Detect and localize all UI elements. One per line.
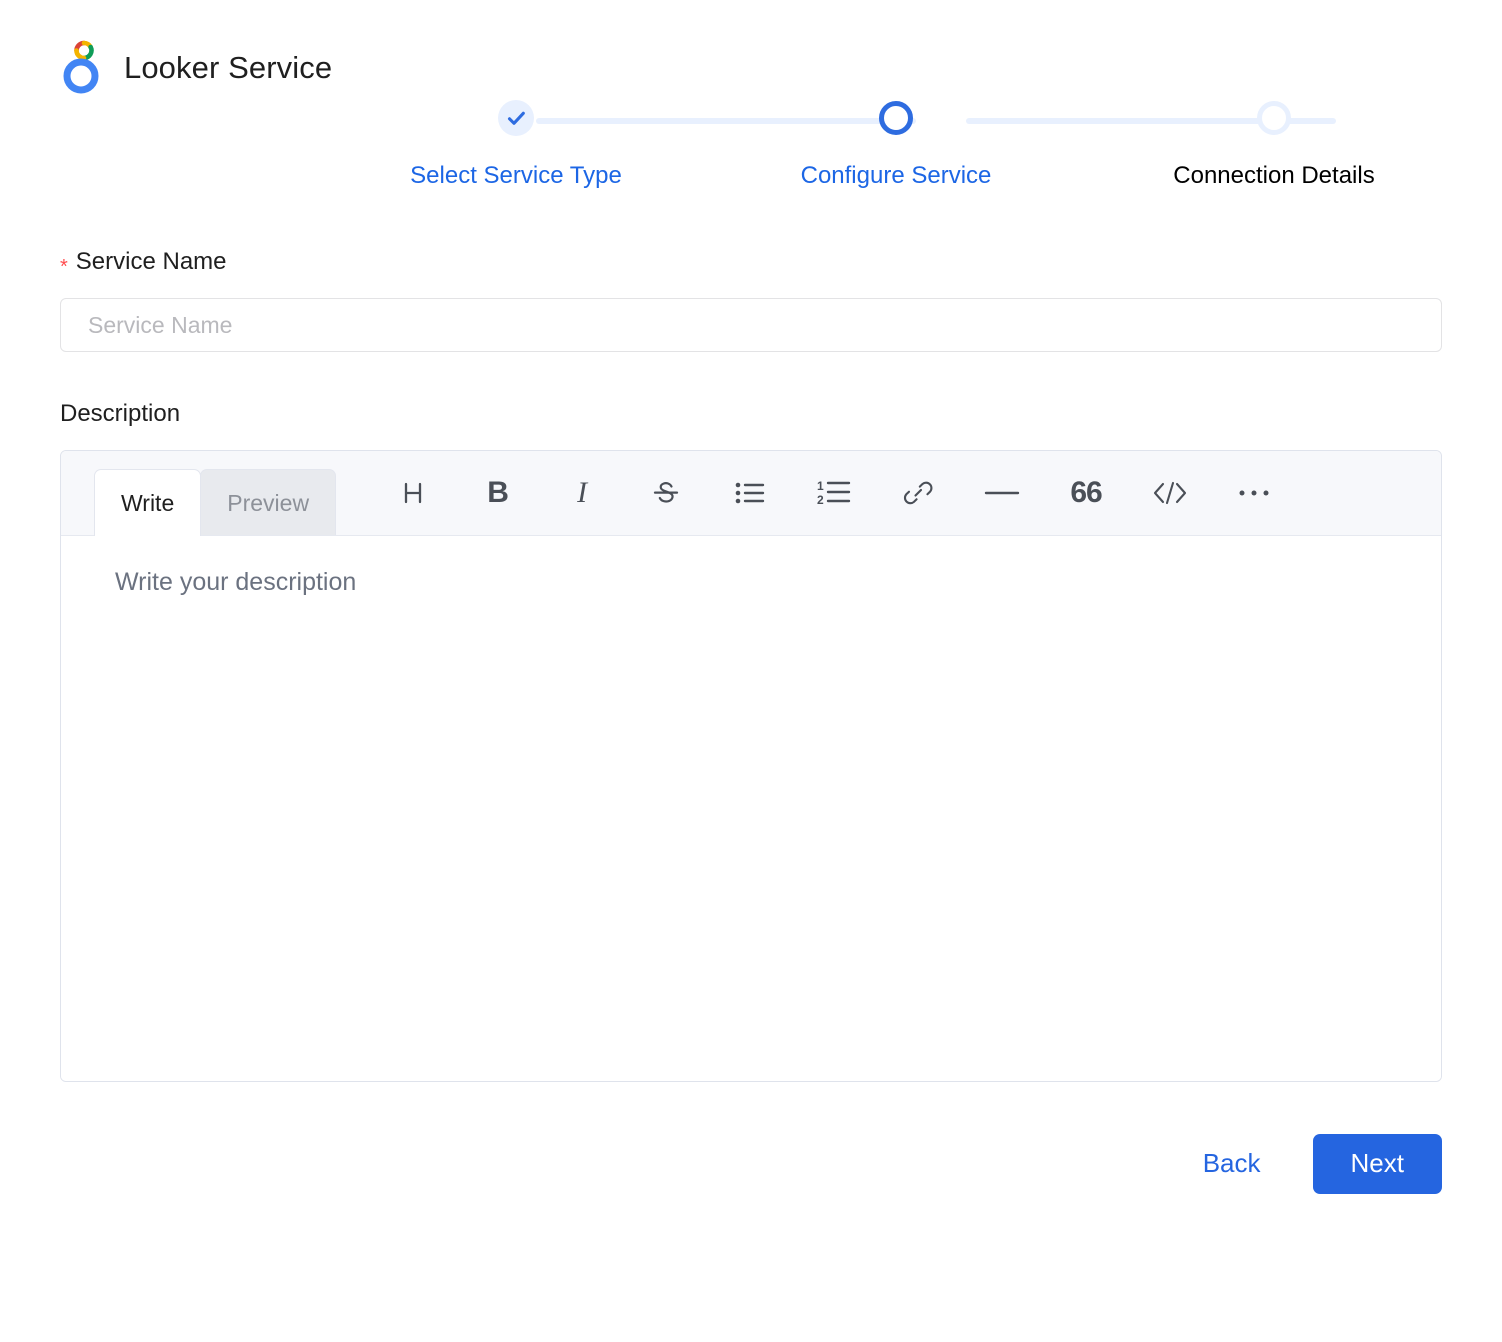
more-options-icon[interactable]	[1212, 451, 1296, 535]
looker-service-wizard: Looker Service Select Service Type Confi…	[0, 0, 1502, 1342]
looker-logo-icon	[60, 35, 104, 97]
circle-icon	[1257, 101, 1291, 135]
service-name-label-text: Service Name	[75, 248, 227, 275]
italic-icon[interactable]: I	[540, 451, 624, 535]
markdown-editor: Write Preview B I 1 2 66 Write your desc…	[60, 450, 1442, 1082]
service-name-input[interactable]	[60, 298, 1442, 352]
step-configure-service[interactable]: Configure Service	[766, 92, 1026, 191]
link-icon[interactable]	[876, 451, 960, 535]
required-marker: *	[60, 256, 68, 278]
horizontal-rule-icon[interactable]	[960, 451, 1044, 535]
editor-toolbar: Write Preview B I 1 2 66	[61, 451, 1441, 536]
heading-icon[interactable]	[372, 451, 456, 535]
step-label-1: Select Service Type	[410, 162, 622, 189]
italic-glyph: I	[577, 475, 588, 509]
page-header: Looker Service	[0, 0, 1502, 94]
code-icon[interactable]	[1128, 451, 1212, 535]
editor-tabs: Write Preview	[94, 451, 337, 536]
circle-icon	[879, 101, 913, 135]
wizard-stepper: Select Service Type Configure Service Co…	[206, 92, 1375, 202]
step-select-service-type[interactable]: Select Service Type	[386, 92, 646, 191]
numbered-list-icon[interactable]: 1 2	[792, 451, 876, 535]
description-textarea[interactable]: Write your description	[61, 536, 1441, 1081]
page-title: Looker Service	[124, 49, 333, 85]
description-label-text: Description	[60, 400, 181, 427]
step-label-2: Configure Service	[800, 162, 992, 189]
svg-text:1: 1	[817, 479, 824, 493]
service-name-field: * Service Name	[60, 250, 1442, 352]
step-indicator-1	[386, 92, 646, 144]
editor-tool-group: B I 1 2 66	[372, 451, 1296, 535]
step-connection-details[interactable]: Connection Details	[1144, 92, 1404, 191]
back-button[interactable]: Back	[1203, 1148, 1261, 1179]
description-placeholder: Write your description	[115, 568, 357, 596]
bold-icon[interactable]: B	[456, 451, 540, 535]
bulleted-list-icon[interactable]	[708, 451, 792, 535]
tab-preview[interactable]: Preview	[200, 469, 337, 535]
bold-glyph: B	[487, 475, 509, 509]
tab-write[interactable]: Write	[94, 469, 202, 536]
step-indicator-2	[766, 92, 1026, 144]
step-indicator-3	[1144, 92, 1404, 144]
description-field: Description Write Preview B I 1 2 66 Wri…	[60, 402, 1442, 1082]
service-form: * Service Name Description Write Preview	[0, 250, 1502, 1082]
step-label-3: Connection Details	[1173, 162, 1375, 189]
strikethrough-icon[interactable]	[624, 451, 708, 535]
quote-icon[interactable]: 66	[1044, 451, 1128, 535]
next-button[interactable]: Next	[1312, 1134, 1442, 1194]
service-name-label: * Service Name	[60, 248, 1442, 278]
check-icon	[498, 100, 534, 136]
svg-text:2: 2	[817, 493, 824, 507]
description-label: Description	[60, 402, 1442, 426]
wizard-footer: Back Next	[0, 1134, 1502, 1194]
quote-glyph: 66	[1070, 475, 1102, 509]
